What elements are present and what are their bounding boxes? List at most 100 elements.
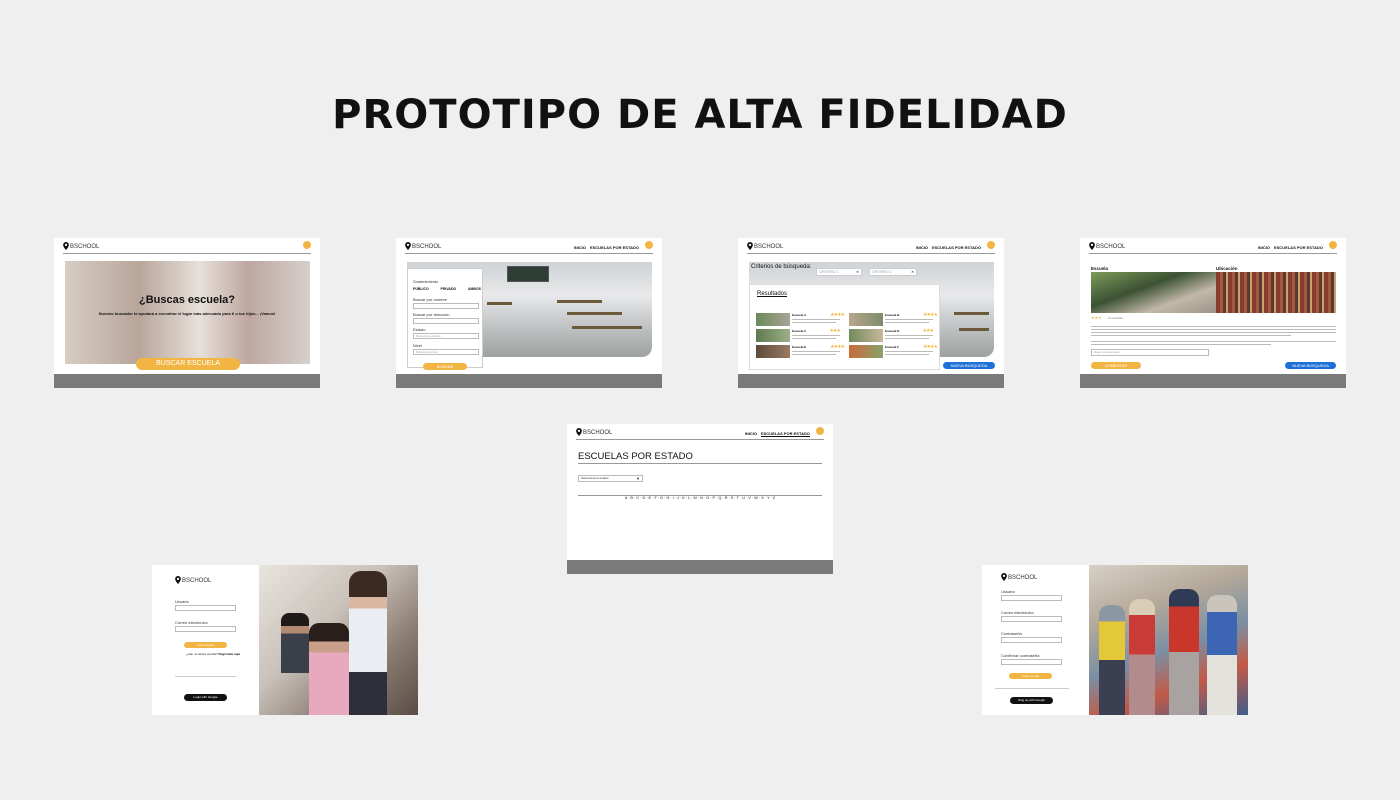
students-photo bbox=[259, 565, 418, 715]
sostenimiento-options: PÚBLICO PRIVADO AMBOS bbox=[413, 287, 481, 291]
divider bbox=[995, 688, 1069, 689]
user-avatar[interactable] bbox=[645, 241, 653, 249]
register-link[interactable]: Regístrate aquí bbox=[219, 652, 241, 656]
logo: BSCHOOL bbox=[1089, 242, 1125, 250]
nav-inicio[interactable]: INICIO bbox=[745, 431, 757, 436]
result-name: Escuela C bbox=[792, 329, 807, 333]
password-input[interactable] bbox=[1001, 637, 1062, 643]
footer bbox=[396, 374, 662, 388]
nav-inicio[interactable]: INICIO bbox=[574, 245, 586, 250]
nivel-select[interactable]: Selecciona nivel bbox=[413, 349, 479, 355]
usuario-input[interactable] bbox=[175, 605, 236, 611]
result-name: Escuela B bbox=[885, 313, 900, 317]
nav-escuelas-por-estado[interactable]: ESCUELAS POR ESTADO bbox=[932, 245, 981, 250]
footer bbox=[54, 374, 320, 388]
nav-inicio[interactable]: INICIO bbox=[1258, 245, 1270, 250]
new-search-button[interactable]: NUEVA BÚSQUEDA bbox=[1285, 362, 1336, 369]
user-avatar[interactable] bbox=[303, 241, 311, 249]
result-name: Escuela E bbox=[792, 345, 807, 349]
buscar-button[interactable]: BUSCAR bbox=[423, 363, 467, 370]
nav-escuelas-por-estado[interactable]: ESCUELAS POR ESTADO bbox=[761, 431, 810, 436]
logo-text: BSCHOOL bbox=[583, 430, 613, 436]
nivel-placeholder: Selecciona nivel bbox=[416, 350, 438, 354]
result-card[interactable]: Escuela D ★★★ bbox=[849, 328, 937, 343]
user-avatar[interactable] bbox=[987, 241, 995, 249]
person bbox=[281, 613, 309, 673]
criteria-chip-2[interactable]: CRITERIO 2 ✕ bbox=[869, 268, 917, 276]
alphabet-index[interactable]: A · B · C · D · E · F · G · H · I · J · … bbox=[567, 496, 833, 500]
criteria-chip-1[interactable]: CRITERIO 1 ✕ bbox=[816, 268, 862, 276]
new-search-button[interactable]: NUEVA BÚSQUEDA bbox=[943, 362, 995, 369]
login-button[interactable]: Iniciar sesión bbox=[184, 642, 227, 648]
signup-button[interactable]: Crear cuenta bbox=[1009, 673, 1052, 679]
result-card[interactable]: Escuela E ★★★★ bbox=[756, 344, 845, 359]
result-thumb bbox=[849, 329, 883, 342]
logo: BSCHOOL bbox=[576, 428, 612, 436]
option-privado[interactable]: PRIVADO bbox=[441, 287, 457, 291]
pin-icon bbox=[1001, 573, 1007, 581]
direccion-input[interactable] bbox=[413, 318, 479, 324]
desk bbox=[487, 302, 512, 305]
correo-input[interactable] bbox=[1001, 616, 1062, 622]
usuario-input[interactable] bbox=[1001, 595, 1062, 601]
option-ambos[interactable]: AMBOS bbox=[468, 287, 481, 291]
result-card[interactable]: Escuela F ★★★★ bbox=[849, 344, 938, 359]
state-select-placeholder: Selecciona el estado bbox=[581, 476, 609, 480]
text-placeholder bbox=[792, 351, 840, 352]
text-placeholder bbox=[792, 319, 840, 320]
desk bbox=[557, 300, 602, 303]
nav-escuelas-por-estado[interactable]: ESCUELAS POR ESTADO bbox=[1274, 245, 1323, 250]
result-card[interactable]: Escuela B ★★★★ bbox=[849, 312, 938, 327]
search-school-button[interactable]: BUSCAR ESCUELA bbox=[136, 358, 240, 370]
nombre-input[interactable] bbox=[413, 303, 479, 309]
usuario-label: Usuario bbox=[1001, 589, 1015, 594]
state-screen-frame: BSCHOOL INICIO ESCUELAS POR ESTADO ESCUE… bbox=[567, 424, 833, 574]
hero-subtitle: Nuestro buscador te ayudará a encontrar … bbox=[98, 311, 276, 316]
google-signup-button[interactable]: Sing up with Google bbox=[1010, 697, 1053, 704]
chevron-down-icon: ▼ bbox=[636, 476, 640, 481]
option-publico[interactable]: PÚBLICO bbox=[413, 287, 429, 291]
state-select[interactable]: Selecciona el estado ▼ bbox=[578, 475, 643, 482]
correo-label: Correo electrónico bbox=[1001, 610, 1034, 615]
text-placeholder bbox=[885, 354, 929, 355]
result-card[interactable]: Escuela C ★★★ bbox=[756, 328, 844, 343]
footer bbox=[738, 374, 1004, 388]
nav: INICIO ESCUELAS POR ESTADO bbox=[1258, 245, 1323, 250]
pin-icon bbox=[1089, 242, 1095, 250]
chalkboard bbox=[507, 266, 549, 282]
text-placeholder bbox=[1091, 326, 1336, 327]
desk bbox=[572, 326, 642, 329]
user-avatar[interactable] bbox=[1329, 241, 1337, 249]
nav-inicio[interactable]: INICIO bbox=[916, 245, 928, 250]
usuario-label: Usuario bbox=[175, 599, 189, 604]
nav-escuelas-por-estado[interactable]: ESCUELAS POR ESTADO bbox=[590, 245, 639, 250]
result-card[interactable]: Escuela A ★★★★ bbox=[756, 312, 845, 327]
header: BSCHOOL INICIO ESCUELAS POR ESTADO bbox=[1089, 241, 1337, 254]
confirm-password-label: Confirmar contraseña bbox=[1001, 653, 1040, 658]
result-thumb bbox=[756, 329, 790, 342]
logo-text: BSCHOOL bbox=[1008, 575, 1038, 581]
close-icon[interactable]: ✕ bbox=[911, 269, 914, 275]
comment-button[interactable]: COMENTAR bbox=[1091, 362, 1141, 369]
footer bbox=[567, 560, 833, 574]
text-placeholder bbox=[885, 322, 929, 323]
result-name: Escuela D bbox=[885, 329, 900, 333]
google-login-button[interactable]: Login with Google bbox=[184, 694, 227, 701]
text-placeholder bbox=[1091, 341, 1336, 342]
results-panel: Resultados Escuela A ★★★★ Escuela B ★★★★… bbox=[749, 284, 940, 370]
register-prompt: ¿Aún no tienes cuenta? Regístrate aquí bbox=[186, 652, 240, 656]
close-icon[interactable]: ✕ bbox=[856, 269, 859, 275]
user-avatar[interactable] bbox=[816, 427, 824, 435]
escuela-label: Escuela bbox=[1091, 266, 1109, 271]
result-stars: ★★★ bbox=[829, 328, 841, 334]
text-placeholder bbox=[792, 335, 840, 336]
correo-input[interactable] bbox=[175, 626, 236, 632]
logo-text: BSCHOOL bbox=[412, 244, 442, 250]
comment-input[interactable]: Deja tu comentario... bbox=[1091, 349, 1209, 356]
text-placeholder bbox=[1091, 335, 1291, 336]
estado-select[interactable]: Selecciona estado bbox=[413, 333, 479, 339]
confirm-password-input[interactable] bbox=[1001, 659, 1062, 665]
child bbox=[1169, 589, 1199, 715]
direccion-label: Buscar por dirección bbox=[413, 312, 450, 317]
logo-text: BSCHOOL bbox=[70, 244, 100, 250]
